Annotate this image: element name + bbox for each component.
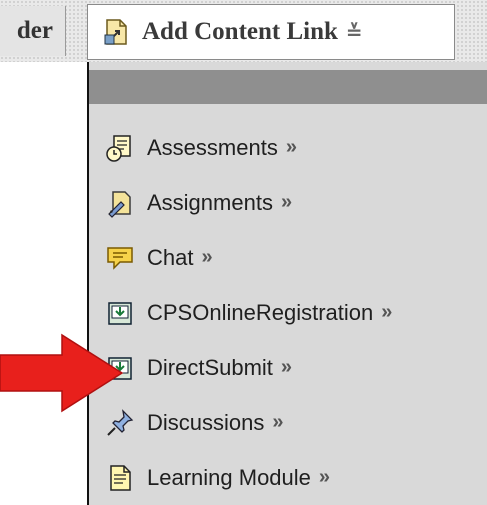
add-content-dropdown-menu: Assessments » Assignments » Chat » CPSOn…: [87, 62, 487, 505]
menu-item-learning-module[interactable]: Learning Module »: [89, 450, 487, 505]
submenu-chevron: »: [272, 411, 284, 433]
submenu-chevron: »: [280, 191, 293, 213]
content-link-icon: [102, 17, 130, 47]
menu-list: Assessments » Assignments » Chat » CPSOn…: [89, 120, 487, 505]
menu-item-label: Assignments: [147, 189, 273, 215]
assessment-icon: [105, 133, 135, 163]
submenu-chevron: »: [318, 466, 331, 488]
add-content-link-button[interactable]: Add Content Link ≚: [87, 4, 455, 60]
menu-item-label: DirectSubmit: [147, 354, 273, 380]
add-content-link-label: Add Content Link: [142, 18, 338, 45]
menu-item-directsubmit[interactable]: DirectSubmit »: [89, 340, 487, 395]
submenu-chevron: »: [280, 356, 293, 378]
menu-item-assessments[interactable]: Assessments »: [89, 120, 487, 175]
submenu-chevron: »: [201, 246, 213, 268]
menu-header-bar: [89, 70, 487, 104]
submenu-chevron: »: [285, 136, 297, 158]
menu-item-assignments[interactable]: Assignments »: [89, 175, 487, 230]
menu-item-discussions[interactable]: Discussions »: [89, 395, 487, 450]
double-chevron-down-icon: ≚: [345, 20, 363, 44]
menu-item-cpsonlineregistration[interactable]: CPSOnlineRegistration »: [89, 285, 487, 340]
menu-item-label: Chat: [147, 244, 194, 270]
assignment-icon: [105, 188, 135, 218]
menu-item-label: CPSOnlineRegistration: [147, 299, 374, 325]
previous-toolbar-button[interactable]: der: [0, 6, 66, 56]
menu-item-chat[interactable]: Chat »: [89, 230, 487, 285]
menu-item-label: Learning Module: [147, 464, 311, 490]
document-icon: [105, 463, 135, 493]
previous-button-label: der: [16, 17, 53, 44]
menu-item-label: Assessments: [147, 134, 278, 160]
submenu-chevron: »: [381, 301, 393, 323]
red-arrow-annotation: [0, 333, 124, 413]
download-tray-icon: [105, 298, 135, 328]
menu-item-label: Discussions: [147, 409, 265, 435]
chat-bubble-icon: [105, 243, 135, 273]
